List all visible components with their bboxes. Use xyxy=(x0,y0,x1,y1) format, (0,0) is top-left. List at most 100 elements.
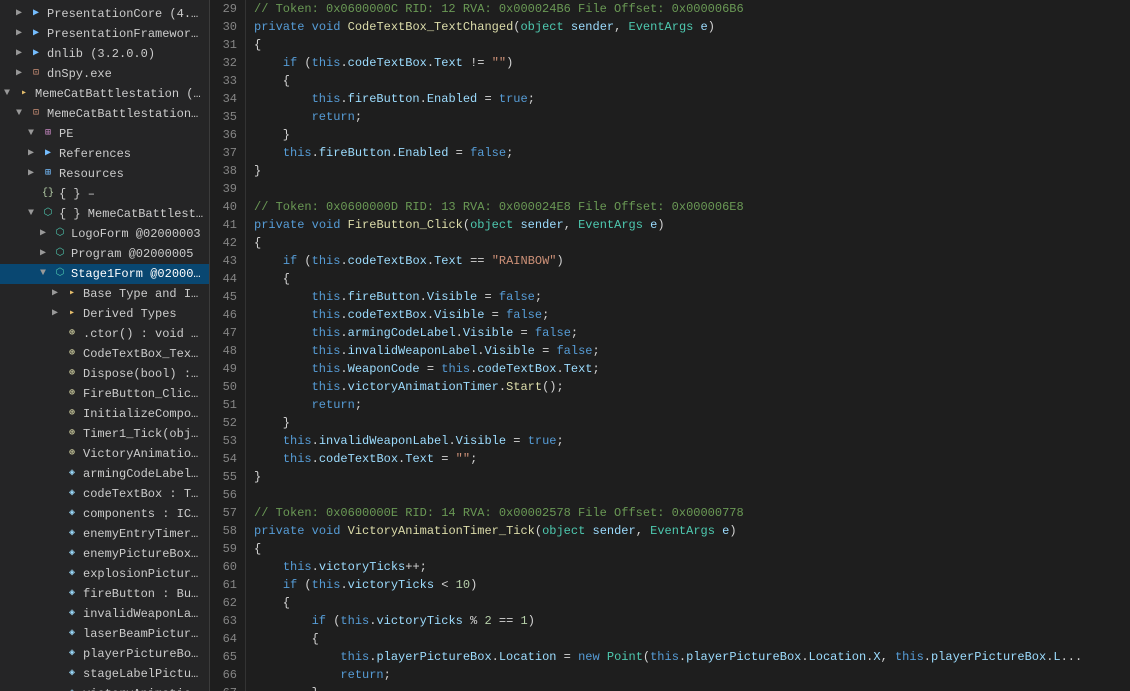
expand-arrow[interactable] xyxy=(40,265,52,283)
expand-arrow[interactable] xyxy=(16,65,28,83)
sidebar-item-initialize[interactable]: ⊕InitializeComponent() : vo... xyxy=(0,404,209,424)
code-line: { xyxy=(254,72,1122,90)
expand-arrow[interactable] xyxy=(40,245,52,263)
sidebar-item-references[interactable]: ▶References xyxy=(0,144,209,164)
sidebar-item-logoform[interactable]: ⬡LogoForm @02000003 xyxy=(0,224,209,244)
sidebar-item-program[interactable]: ⬡Program @02000005 xyxy=(0,244,209,264)
expand-arrow[interactable] xyxy=(16,105,28,123)
line-number: 61 xyxy=(218,576,237,594)
sidebar-item-memecat[interactable]: ▸MemeCatBattlestation (1.0.0.0) xyxy=(0,84,209,104)
sidebar-item-invalidweapon[interactable]: ◈invalidWeaponLabel : Lab... xyxy=(0,604,209,624)
code-line: { xyxy=(254,36,1122,54)
sidebar-item-firebutton[interactable]: ◈fireButton : Button @040... xyxy=(0,584,209,604)
sidebar-item-label: dnlib (3.2.0.0) xyxy=(47,45,155,63)
sidebar-item-stagelabel[interactable]: ◈stageLabelPictureBox : Pi... xyxy=(0,664,209,684)
class-icon: ⬡ xyxy=(52,226,68,242)
line-number: 36 xyxy=(218,126,237,144)
expand-arrow[interactable] xyxy=(4,85,16,103)
field-icon: ◈ xyxy=(64,546,80,562)
code-line: this.victoryAnimationTimer.Start(); xyxy=(254,378,1122,396)
sidebar-item-enemy-timer[interactable]: ◈enemyEntryTimer : Timer... xyxy=(0,524,209,544)
sidebar-item-base-type[interactable]: ▸Base Type and Interfaces xyxy=(0,284,209,304)
expand-arrow[interactable] xyxy=(16,5,28,23)
expand-arrow[interactable] xyxy=(28,205,40,223)
line-number: 56 xyxy=(218,486,237,504)
sidebar-item-label: components : IContainer... xyxy=(83,505,205,523)
code-line: if (this.codeTextBox.Text == "RAINBOW") xyxy=(254,252,1122,270)
code-line: this.invalidWeaponLabel.Visible = false; xyxy=(254,342,1122,360)
expand-arrow[interactable] xyxy=(16,25,28,43)
line-number: 49 xyxy=(218,360,237,378)
sidebar-item-timer1-tick[interactable]: ⊕Timer1_Tick(object, Event... xyxy=(0,424,209,444)
sidebar-item-label: fireButton : Button @040... xyxy=(83,585,205,603)
sidebar-item-codetextbox[interactable]: ◈codeTextBox : TextBox @... xyxy=(0,484,209,504)
line-number: 40 xyxy=(218,198,237,216)
sidebar-item-label: Base Type and Interfaces xyxy=(83,285,205,303)
code-line: this.WeaponCode = this.codeTextBox.Text; xyxy=(254,360,1122,378)
expand-arrow[interactable] xyxy=(28,125,40,143)
line-number: 31 xyxy=(218,36,237,54)
sidebar-item-label: VictoryAnimationTimer_T... xyxy=(83,445,205,463)
pe-icon: ⊞ xyxy=(40,126,56,142)
sidebar-item-playerpicturebox[interactable]: ◈playerPictureBox : Picture... xyxy=(0,644,209,664)
sidebar-item-label: playerPictureBox : Picture... xyxy=(83,645,205,663)
sidebar-item-pe[interactable]: ⊞PE xyxy=(0,124,209,144)
code-line: { xyxy=(254,234,1122,252)
sidebar-item-label: invalidWeaponLabel : Lab... xyxy=(83,605,205,623)
line-number: 58 xyxy=(218,522,237,540)
sidebar-item-memecat-exe[interactable]: ⊡MemeCatBattlestation.exe xyxy=(0,104,209,124)
sidebar-item-presentation-core[interactable]: ▶PresentationCore (4.0.0.0) xyxy=(0,4,209,24)
sidebar-item-dispose[interactable]: ⊕Dispose(bool) : void @06... xyxy=(0,364,209,384)
expand-arrow[interactable] xyxy=(28,145,40,163)
sidebar-item-victoryanim[interactable]: ◈victoryAnimationTimer : T... xyxy=(0,684,209,691)
method-icon: ⊕ xyxy=(64,406,80,422)
code-line: return; xyxy=(254,108,1122,126)
line-number: 43 xyxy=(218,252,237,270)
sidebar-item-derived-types[interactable]: ▸Derived Types xyxy=(0,304,209,324)
expand-arrow[interactable] xyxy=(40,225,52,243)
code-content[interactable]: // Token: 0x0600000C RID: 12 RVA: 0x0000… xyxy=(246,0,1130,691)
sidebar-item-laserbeam[interactable]: ◈laserBeamPictureBox : Pic... xyxy=(0,624,209,644)
code-area[interactable]: 2930313233343536373839404142434445464748… xyxy=(210,0,1130,691)
code-line: private void FireButton_Click(object sen… xyxy=(254,216,1122,234)
expand-arrow[interactable] xyxy=(52,285,64,303)
expand-arrow[interactable] xyxy=(52,305,64,323)
sidebar-item-label: InitializeComponent() : vo... xyxy=(83,405,205,423)
code-line: this.codeTextBox.Text = ""; xyxy=(254,450,1122,468)
field-icon: ◈ xyxy=(64,526,80,542)
exe-icon: ⊡ xyxy=(28,106,44,122)
sidebar: ▶PresentationCore (4.0.0.0)▶Presentation… xyxy=(0,0,210,691)
code-line: if (this.victoryTicks % 2 == 1) xyxy=(254,612,1122,630)
sidebar-item-explosion-picturebox[interactable]: ◈explosionPictureBox : Pic... xyxy=(0,564,209,584)
sidebar-item-presentation-framework[interactable]: ▶PresentationFramework (4.0.0.0) xyxy=(0,24,209,44)
code-line: return; xyxy=(254,666,1122,684)
folder-icon: ▸ xyxy=(64,286,80,302)
sidebar-item-ns-empty[interactable]: {}{ } – xyxy=(0,184,209,204)
sidebar-item-label: Dispose(bool) : void @06... xyxy=(83,365,205,383)
line-number: 60 xyxy=(218,558,237,576)
sidebar-item-stage1form[interactable]: ⬡Stage1Form @02000004 xyxy=(0,264,209,284)
expand-arrow[interactable] xyxy=(28,165,40,183)
line-number: 37 xyxy=(218,144,237,162)
res-icon: ⊞ xyxy=(40,166,56,182)
sidebar-item-label: PresentationCore (4.0.0.0) xyxy=(47,5,205,23)
sidebar-item-enemy-picturebox[interactable]: ◈enemyPictureBox : Pictur... xyxy=(0,544,209,564)
code-line: if (this.codeTextBox.Text != "") xyxy=(254,54,1122,72)
sidebar-item-victory-timer[interactable]: ⊕VictoryAnimationTimer_T... xyxy=(0,444,209,464)
sidebar-item-firebutton-click[interactable]: ⊕FireButton_Click(object, E... xyxy=(0,384,209,404)
expand-arrow[interactable] xyxy=(16,45,28,63)
sidebar-item-resources[interactable]: ⊞Resources xyxy=(0,164,209,184)
sidebar-item-arming-label[interactable]: ◈armingCodeLabel : Label xyxy=(0,464,209,484)
sidebar-item-components[interactable]: ◈components : IContainer... xyxy=(0,504,209,524)
line-number: 65 xyxy=(218,648,237,666)
sidebar-item-codetextbox-changed[interactable]: ⊕CodeTextBox_TextChang... xyxy=(0,344,209,364)
code-line: this.fireButton.Enabled = false; xyxy=(254,144,1122,162)
sidebar-item-ctor[interactable]: ⊕.ctor() : void @0600000A xyxy=(0,324,209,344)
sidebar-item-label: explosionPictureBox : Pic... xyxy=(83,565,205,583)
sidebar-item-dnspy-exe[interactable]: ⊡dnSpy.exe xyxy=(0,64,209,84)
code-line: // Token: 0x0600000C RID: 12 RVA: 0x0000… xyxy=(254,0,1122,18)
sidebar-item-memecat-class[interactable]: ⬡{ } MemeCatBattlestation xyxy=(0,204,209,224)
sidebar-item-label: MemeCatBattlestation (1.0.0.0) xyxy=(35,85,205,103)
sidebar-item-dnlib[interactable]: ▶dnlib (3.2.0.0) xyxy=(0,44,209,64)
sidebar-item-label: FireButton_Click(object, E... xyxy=(83,385,205,403)
